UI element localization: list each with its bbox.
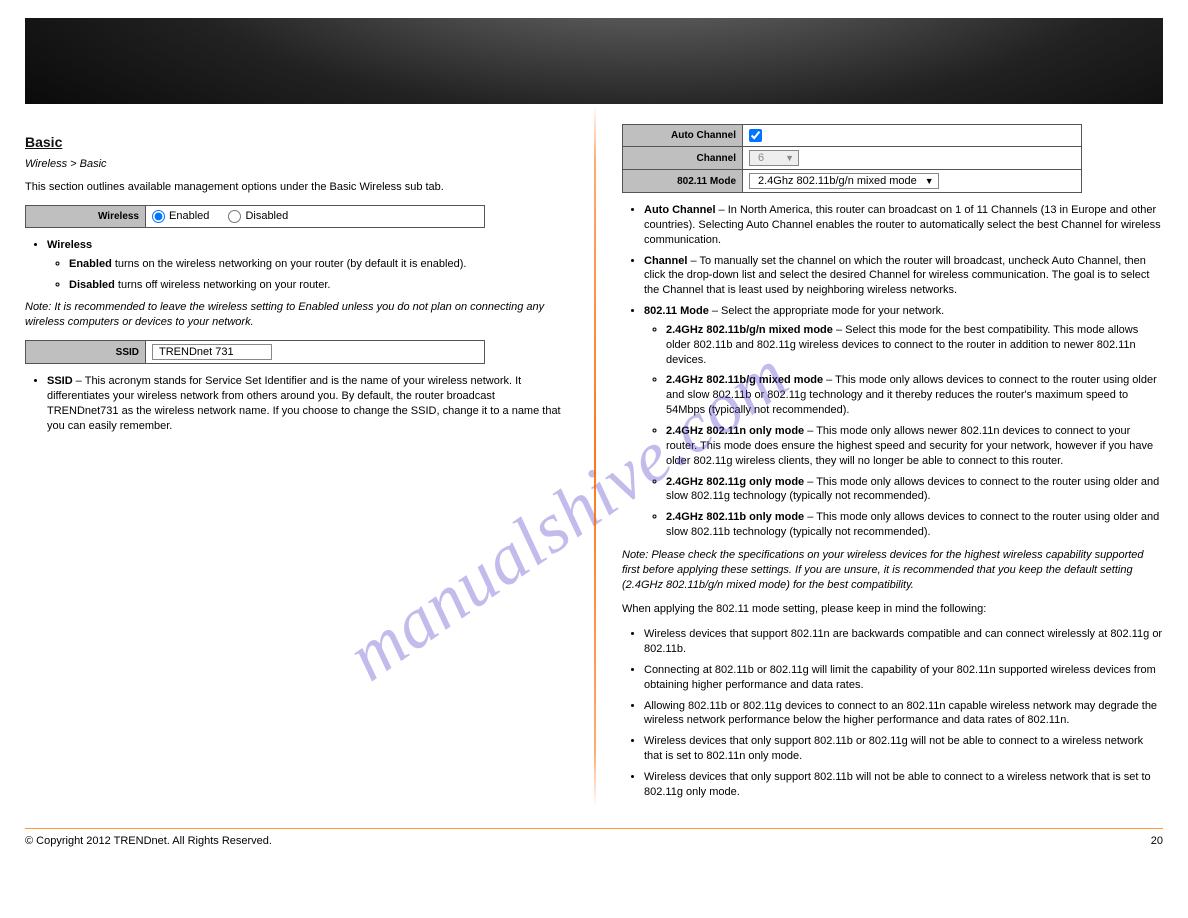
ssid-label-cell: SSID: [26, 341, 146, 364]
right-column: Auto Channel Channel 6▼ 802.11 Mode 2.4G…: [594, 104, 1163, 808]
mode-opt-2: 2.4GHz 802.11n only mode – This mode onl…: [666, 424, 1163, 469]
mode-bullet: 802.11 Mode – Select the appropriate mod…: [644, 304, 1163, 540]
wireless-table: Wireless Enabled Disabled: [25, 205, 485, 228]
left-column: Basic Basic Wireless > Basic This sectio…: [25, 104, 594, 808]
ssid-bullet-b: SSID: [47, 375, 73, 387]
footer: © Copyright 2012 TRENDnet. All Rights Re…: [25, 835, 1163, 847]
channel-bullet-b: Channel: [644, 255, 687, 267]
chevron-down-icon: ▼: [917, 176, 934, 186]
ssid-bullet-t: – This acronym stands for Service Set Id…: [47, 375, 561, 432]
ssid-input[interactable]: TRENDnet 731: [152, 344, 272, 360]
bullet-enabled-t: turns on the wireless networking on your…: [115, 258, 467, 270]
mode-opt-2-b: 2.4GHz 802.11n only mode: [666, 425, 804, 437]
wireless-label-cell: Wireless: [26, 205, 146, 227]
cb-2: Allowing 802.11b or 802.11g devices to c…: [644, 699, 1163, 729]
mode-bullet-b: 802.11 Mode: [644, 305, 709, 317]
auto-channel-checkbox[interactable]: [749, 129, 762, 142]
closing-para: When applying the 802.11 mode setting, p…: [622, 602, 1163, 617]
channel-table: Auto Channel Channel 6▼ 802.11 Mode 2.4G…: [622, 124, 1082, 193]
auto-channel-bullet-t: – In North America, this router can broa…: [644, 204, 1161, 246]
footer-divider: [25, 828, 1163, 829]
ssid-bullet: SSID – This acronym stands for Service S…: [47, 374, 566, 433]
basic-intro: This section outlines available manageme…: [25, 180, 566, 195]
bullet-disabled-b: Disabled: [69, 279, 118, 291]
footer-page: 20: [1151, 835, 1163, 847]
mode-opt-3-b: 2.4GHz 802.11g only mode: [666, 476, 804, 488]
wireless-note: Note: It is recommended to leave the wir…: [25, 300, 566, 330]
cb-0: Wireless devices that support 802.11n ar…: [644, 627, 1163, 657]
mode-opt-0-b: 2.4GHz 802.11b/g/n mixed mode: [666, 324, 833, 336]
radio-disabled-text: Disabled: [245, 210, 288, 222]
channel-select-text: 6: [758, 152, 764, 164]
mode-opt-1: 2.4GHz 802.11b/g mixed mode – This mode …: [666, 373, 1163, 418]
ssid-table: SSID TRENDnet 731: [25, 340, 485, 364]
channel-bullet-t: – To manually set the channel on which t…: [644, 255, 1149, 297]
wireless-bullets: Wireless Enabled turns on the wireless n…: [47, 238, 566, 293]
basic-heading: Basic: [25, 134, 566, 150]
mode-opt-1-b: 2.4GHz 802.11b/g mixed mode: [666, 374, 823, 386]
auto-channel-label: Auto Channel: [623, 125, 743, 147]
mode-select[interactable]: 2.4Ghz 802.11b/g/n mixed mode▼: [749, 173, 939, 189]
auto-channel-bullet-b: Auto Channel: [644, 204, 716, 216]
chevron-down-icon: ▼: [777, 153, 794, 163]
mode-select-text: 2.4Ghz 802.11b/g/n mixed mode: [758, 175, 917, 187]
mode-note: Note: Please check the specifications on…: [622, 548, 1163, 593]
cb-4: Wireless devices that only support 802.1…: [644, 770, 1163, 800]
nav-path: Wireless > Basic: [25, 158, 566, 170]
bullet-enabled-b: Enabled: [69, 258, 115, 270]
footer-copyright: © Copyright 2012 TRENDnet. All Rights Re…: [25, 835, 272, 847]
mode-bullet-t: – Select the appropriate mode for your n…: [709, 305, 944, 317]
mode-label: 802.11 Mode: [623, 170, 743, 193]
bullet-disabled: Disabled turns off wireless networking o…: [69, 278, 566, 293]
ssid-value-cell: TRENDnet 731: [146, 341, 485, 364]
closing-bullets: Wireless devices that support 802.11n ar…: [644, 627, 1163, 799]
auto-channel-bullet: Auto Channel – In North America, this ro…: [644, 203, 1163, 248]
radio-enabled[interactable]: Enabled: [152, 210, 209, 222]
cb-3: Wireless devices that only support 802.1…: [644, 734, 1163, 764]
auto-channel-value: [743, 125, 1082, 147]
radio-disabled-input[interactable]: [228, 210, 241, 223]
channel-label: Channel: [623, 147, 743, 170]
mode-opt-4-b: 2.4GHz 802.11b only mode: [666, 511, 804, 523]
mode-opt-0: 2.4GHz 802.11b/g/n mixed mode – Select t…: [666, 323, 1163, 368]
radio-enabled-text: Enabled: [169, 210, 209, 222]
channel-bullets: Auto Channel – In North America, this ro…: [644, 203, 1163, 540]
radio-enabled-input[interactable]: [152, 210, 165, 223]
channel-value: 6▼: [743, 147, 1082, 170]
bullet-wireless: Wireless Enabled turns on the wireless n…: [47, 238, 566, 293]
top-banner: [25, 18, 1163, 104]
bullet-wireless-bold: Wireless: [47, 239, 92, 251]
channel-bullet: Channel – To manually set the channel on…: [644, 254, 1163, 299]
bullet-disabled-t: turns off wireless networking on your ro…: [118, 279, 331, 291]
mode-opt-4: 2.4GHz 802.11b only mode – This mode onl…: [666, 510, 1163, 540]
mode-opt-3: 2.4GHz 802.11g only mode – This mode onl…: [666, 475, 1163, 505]
radio-disabled[interactable]: Disabled: [228, 210, 288, 222]
mode-options: 2.4GHz 802.11b/g/n mixed mode – Select t…: [666, 323, 1163, 540]
bullet-enabled: Enabled turns on the wireless networking…: [69, 257, 566, 272]
cb-1: Connecting at 802.11b or 802.11g will li…: [644, 663, 1163, 693]
ssid-bullets: SSID – This acronym stands for Service S…: [47, 374, 566, 433]
channel-select[interactable]: 6▼: [749, 150, 799, 166]
mode-value: 2.4Ghz 802.11b/g/n mixed mode▼: [743, 170, 1082, 193]
wireless-value-cell: Enabled Disabled: [146, 205, 485, 227]
